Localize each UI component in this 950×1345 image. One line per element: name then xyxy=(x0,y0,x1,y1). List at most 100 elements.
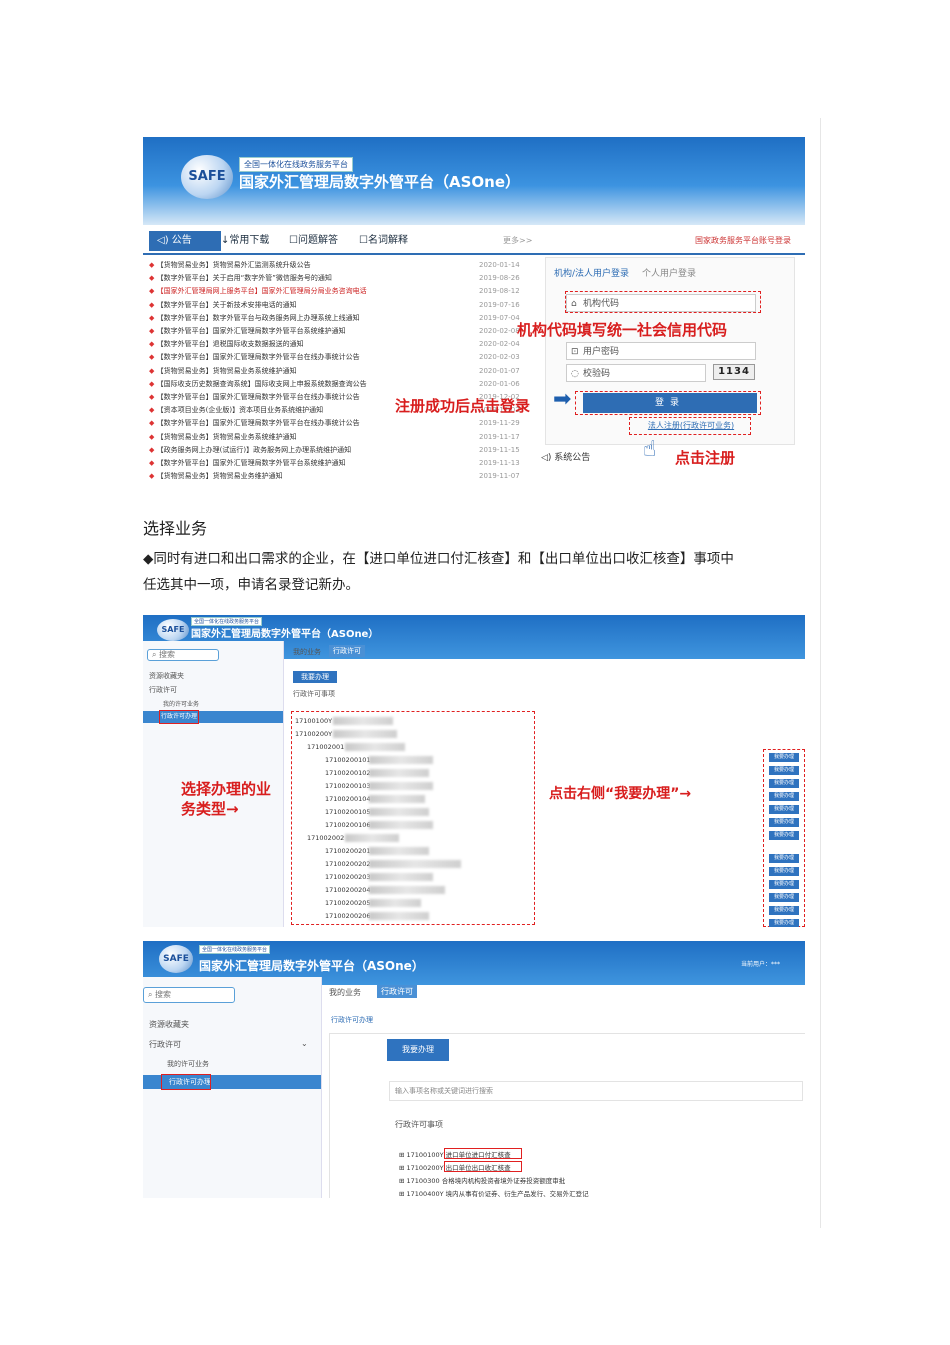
search-input[interactable]: ⌕ 搜索 xyxy=(143,987,235,1003)
bullet-icon: ◆ xyxy=(149,261,157,269)
instruction-paragraph: ◆同时有进口和出口需求的企业，在【进口单位进口付汇核查】和【出口单位出口收汇核查… xyxy=(143,551,734,593)
bullet-icon: ◆ xyxy=(149,406,157,415)
shield-icon: ◌ xyxy=(571,369,579,379)
sidebar-highlight xyxy=(159,710,199,724)
plus-icon: ⊞ xyxy=(399,1164,407,1172)
register-highlight xyxy=(629,417,751,435)
bullet-icon: ◆ xyxy=(149,340,157,349)
license-item[interactable]: ⊞ 17100400Y 境内从事有价证券、衍生产品发行、交易外汇登记 xyxy=(399,1188,589,1198)
row-want-button[interactable]: 我要办理 xyxy=(769,893,799,902)
notice-item[interactable]: ◆ 【货物贸易业务】货物贸易业务维护通知 xyxy=(149,472,479,480)
want-to-handle-button[interactable]: 我要办理 xyxy=(293,671,337,683)
notice-item[interactable]: ◆ 【数字外管平台】国家外汇管理局数字外管平台在线办事统计公告 xyxy=(149,353,479,361)
sidebar: ⌕ 搜索 资源收藏夹 行政许可 ⌄ 我的许可业务 行政许可办理 xyxy=(143,977,322,1198)
captcha-input[interactable]: ◌ 校验码 xyxy=(566,364,706,382)
notice-date: 2019-11-17 xyxy=(479,432,520,441)
section-label: 行政许可事项 xyxy=(293,690,335,698)
section-title: 选择业务 xyxy=(143,519,208,538)
search-input[interactable]: ⌕ 搜索 xyxy=(147,649,219,661)
right-annotation: 点击右侧“我要办理”→ xyxy=(549,786,692,802)
sidebar-item-favorites[interactable]: 资源收藏夹 xyxy=(149,671,184,681)
row-want-button[interactable]: 我要办理 xyxy=(769,867,799,876)
faq-icon: ☐ xyxy=(289,235,298,246)
tab-notice[interactable]: ◁) 公告 xyxy=(149,231,221,251)
row-want-button[interactable]: 我要办理 xyxy=(769,831,799,840)
register-annotation: 点击注册 xyxy=(675,449,736,467)
org-code-annotation: 机构代码填写统一社会信用代码 xyxy=(517,321,728,339)
bullet-icon: ◆ xyxy=(149,472,157,481)
bullet-icon: ◆ xyxy=(149,379,157,388)
pointer-hand-icon: ☝ xyxy=(643,437,657,462)
row-want-button[interactable]: 我要办理 xyxy=(769,880,799,889)
login-annotation: 注册成功后点击登录 xyxy=(395,397,531,415)
notice-item[interactable]: ◆ 【数字外管平台】关于新技术安排电话的通知 xyxy=(149,301,479,309)
sidebar-item-favorites[interactable]: 资源收藏夹 xyxy=(149,1019,189,1030)
notice-date: 2019-11-15 xyxy=(479,445,520,454)
subtab-licensing[interactable]: 行政许可 xyxy=(377,985,417,998)
sidebar-item-my-license[interactable]: 我的许可业务 xyxy=(167,1059,209,1069)
subtab-licensing[interactable]: 行政许可 xyxy=(329,645,365,657)
current-user[interactable]: 当前用户：*** xyxy=(741,959,780,968)
bullet-icon: ◆ xyxy=(149,419,157,428)
chevron-down-icon[interactable]: ⌄ xyxy=(301,1039,308,1048)
captcha-image[interactable]: 1134 xyxy=(713,364,755,380)
license-item[interactable]: ⊞ 17100300 合格境内机构投资者境外证券投资额度审批 xyxy=(399,1175,565,1185)
bullet-icon: ◆ xyxy=(149,353,157,362)
notice-item[interactable]: ◆ 【货物贸易业务】货物贸易业务系统维护通知 xyxy=(149,367,479,375)
tab-faq[interactable]: ☐问题解答 xyxy=(289,231,338,251)
sidebar-item-my-license[interactable]: 我的许可业务 xyxy=(163,699,199,708)
notice-item[interactable]: ◆ 【政务服务网上办理(试运行)】政务服务网上办理系统维护通知 xyxy=(149,446,479,454)
page-margin-rule xyxy=(820,118,821,1228)
tab-personal-login[interactable]: 个人用户登录 xyxy=(642,266,696,279)
bullet-icon: ◆ xyxy=(149,366,157,375)
row-want-button[interactable]: 我要办理 xyxy=(769,779,799,788)
notice-item[interactable]: ◆ 【国际收支历史数据查询系统】国际收支网上申报系统数据查询公告 xyxy=(149,380,479,388)
notice-date: 2019-08-26 xyxy=(479,274,520,283)
import-item-highlight xyxy=(444,1148,522,1159)
bullet-icon: ◆ xyxy=(149,459,157,467)
safe-logo-icon: SAFE xyxy=(157,619,189,641)
row-want-button[interactable]: 我要办理 xyxy=(769,854,799,863)
notice-date: 2020-02-03 xyxy=(479,353,520,362)
system-notice[interactable]: ◁) 系统公告 xyxy=(541,450,590,463)
gov-login-link[interactable]: 国家政务服务平台账号登录 xyxy=(695,235,791,246)
row-want-button[interactable]: 我要办理 xyxy=(769,919,799,927)
notice-item[interactable]: ◆ 【货物贸易业务】货物贸易业务系统维护通知 xyxy=(149,433,479,441)
row-want-button[interactable]: 我要办理 xyxy=(769,753,799,762)
password-input[interactable]: ⊡ 用户密码 xyxy=(566,342,756,360)
platform-label: 全国一体化在线政务服务平台 xyxy=(239,157,353,172)
search-icon: ⌕ xyxy=(152,650,160,659)
more-link[interactable]: 更多>> xyxy=(503,235,532,246)
tab-downloads[interactable]: ↓常用下载 xyxy=(221,231,269,251)
notice-item[interactable]: ◆ 【国家外汇管理局网上服务平台】国家外汇管理局分局业务咨询电话 xyxy=(149,287,479,295)
notice-date: 2019-11-07 xyxy=(479,472,520,481)
subtab-my-business[interactable]: 我的业务 xyxy=(329,987,361,998)
notice-item[interactable]: ◆ 【数字外管平台】国家外汇管理局数字外管平台在线办事统计公告 xyxy=(149,419,479,427)
sidebar-item-licensing[interactable]: 行政许可 xyxy=(149,685,177,695)
plus-icon: ⊞ xyxy=(399,1151,407,1159)
row-want-button[interactable]: 我要办理 xyxy=(769,805,799,814)
want-to-handle-button[interactable]: 我要办理 xyxy=(387,1039,449,1061)
left-annotation: 选择办理的业务类型→ xyxy=(181,780,272,818)
platform-label: 全国一体化在线政务服务平台 xyxy=(199,945,271,954)
notice-item[interactable]: ◆ 【数字外管平台】关于启用“数字外管”微信服务号的通知 xyxy=(149,274,479,282)
tab-glossary[interactable]: ☐名词解释 xyxy=(359,231,408,251)
bullet-icon: ◆ xyxy=(149,445,157,454)
row-want-button[interactable]: 我要办理 xyxy=(769,906,799,915)
sidebar-item-licensing[interactable]: 行政许可 xyxy=(149,1039,181,1050)
notice-date: 2019-11-13 xyxy=(479,459,520,467)
notice-item[interactable]: ◆ 【数字外管平台】退税国际收支数据报送的通知 xyxy=(149,340,479,348)
notice-item[interactable]: ◆ 【数字外管平台】国家外汇管理局数字外管平台系统维护通知 xyxy=(149,459,479,467)
notice-item[interactable]: ◆ 【货物贸易业务】货物贸易外汇监测系统升级公告 xyxy=(149,261,479,269)
notice-item[interactable]: ◆ 【数字外管平台】数字外管平台与政务服务网上办理系统上线通知 xyxy=(149,314,479,322)
row-want-button[interactable]: 我要办理 xyxy=(769,818,799,827)
notice-item[interactable]: ◆ 【数字外管平台】国家外汇管理局数字外管平台系统维护通知 xyxy=(149,327,479,335)
row-want-button[interactable]: 我要办理 xyxy=(769,792,799,801)
subtab-my-business[interactable]: 我的业务 xyxy=(293,647,321,657)
speaker-icon: ◁) xyxy=(541,453,555,463)
row-want-button[interactable]: 我要办理 xyxy=(769,766,799,775)
breadcrumb: 行政许可办理 xyxy=(331,1016,373,1024)
notice-date: 2019-07-16 xyxy=(479,300,520,309)
notice-date: 2020-01-14 xyxy=(479,261,520,269)
tab-org-login[interactable]: 机构/法人用户登录 xyxy=(554,266,629,279)
